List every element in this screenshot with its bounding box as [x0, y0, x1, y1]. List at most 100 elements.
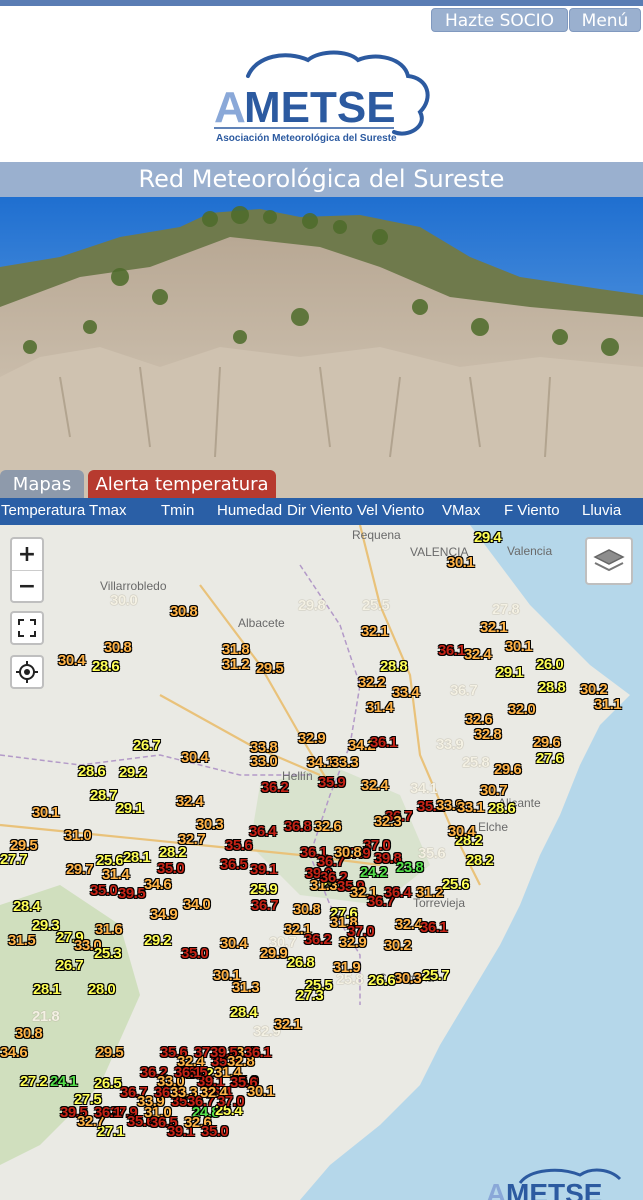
locate-button[interactable]	[10, 655, 44, 689]
station-reading[interactable]: 29.6	[533, 735, 561, 751]
station-reading[interactable]: 32.2	[358, 675, 386, 691]
station-reading[interactable]: 36.8	[284, 819, 312, 835]
station-reading[interactable]: 30.8	[15, 1026, 43, 1042]
station-reading[interactable]: 31.3	[232, 980, 260, 996]
station-reading[interactable]: 29.5	[96, 1045, 124, 1061]
nav-vel-viento[interactable]: Vel Viento	[357, 502, 424, 519]
station-reading[interactable]: 39.5	[118, 886, 146, 902]
station-reading[interactable]: 33.4	[392, 685, 420, 701]
station-reading[interactable]: 28.1	[33, 982, 61, 998]
station-reading[interactable]: 30.8	[104, 640, 132, 656]
station-reading[interactable]: 36.2	[304, 932, 332, 948]
station-reading[interactable]: 24.1	[50, 1074, 78, 1090]
station-reading[interactable]: 28.6	[488, 801, 516, 817]
station-reading[interactable]: 36.7	[251, 898, 279, 914]
station-reading[interactable]: 36.1	[174, 1065, 202, 1081]
station-map[interactable]: Requena VALENCIA Valencia Villarrobledo …	[0, 525, 643, 1200]
station-reading[interactable]: 25.3	[94, 946, 122, 962]
station-reading[interactable]: 31.4	[102, 867, 130, 883]
station-reading[interactable]: 25.6	[442, 877, 470, 893]
station-reading[interactable]: 28.2	[466, 853, 494, 869]
station-reading[interactable]: 33.9	[436, 737, 464, 753]
station-reading[interactable]: 28.8	[380, 659, 408, 675]
station-reading[interactable]: 39.1	[250, 862, 278, 878]
station-reading[interactable]: 34.6	[144, 877, 172, 893]
station-reading[interactable]: 32.1	[361, 624, 389, 640]
station-reading[interactable]: 32.8	[474, 727, 502, 743]
station-reading[interactable]: 32.6	[314, 819, 342, 835]
tab-mapas[interactable]: Mapas	[0, 470, 84, 498]
station-reading[interactable]: 35.0	[201, 1124, 229, 1140]
station-reading[interactable]: 35.0	[90, 883, 118, 899]
station-reading[interactable]: 26.7	[133, 738, 161, 754]
station-reading[interactable]: 31.2	[416, 885, 444, 901]
station-reading[interactable]: 34.1	[410, 781, 438, 797]
station-reading[interactable]: 32.3	[374, 814, 402, 830]
station-reading[interactable]: 31.5	[8, 933, 36, 949]
nav-humedad[interactable]: Humedad	[217, 502, 282, 519]
station-reading[interactable]: 26.7	[56, 958, 84, 974]
nav-tmax[interactable]: Tmax	[89, 502, 127, 519]
station-reading[interactable]: 25.7	[422, 968, 450, 984]
station-reading[interactable]: 25.5	[362, 598, 390, 614]
station-reading[interactable]: 36.1	[370, 735, 398, 751]
station-reading[interactable]: 32.4	[395, 917, 423, 933]
nav-lluvia[interactable]: Lluvia	[582, 502, 621, 519]
station-reading[interactable]: 36.4	[384, 885, 412, 901]
station-reading[interactable]: 27.3	[296, 988, 324, 1004]
station-reading[interactable]: 32.1	[480, 620, 508, 636]
station-reading[interactable]: 34.0	[183, 897, 211, 913]
station-reading[interactable]: 30.1	[32, 805, 60, 821]
nav-f-viento[interactable]: F Viento	[504, 502, 560, 519]
station-reading[interactable]: 30.4	[220, 936, 248, 952]
nav-temperatura[interactable]: Temperatura	[1, 502, 85, 519]
station-reading[interactable]: 32.4	[464, 647, 492, 663]
station-reading[interactable]: 30.4	[181, 750, 209, 766]
station-reading[interactable]: 28.6	[92, 659, 120, 675]
station-reading[interactable]: 28.1	[123, 850, 151, 866]
station-reading[interactable]: 28.4	[230, 1005, 258, 1021]
station-reading[interactable]: 30.8	[170, 604, 198, 620]
station-reading[interactable]: 26.8	[287, 955, 315, 971]
station-reading[interactable]: 36.5	[220, 857, 248, 873]
station-reading[interactable]: 37.0	[347, 924, 375, 940]
station-reading[interactable]: 36.2	[261, 780, 289, 796]
station-reading[interactable]: 29.8	[298, 598, 326, 614]
station-reading[interactable]: 32.7	[178, 832, 206, 848]
station-reading[interactable]: 27.2	[20, 1074, 48, 1090]
station-reading[interactable]: 35.6	[225, 838, 253, 854]
station-reading[interactable]: 33.1	[457, 800, 485, 816]
station-reading[interactable]: 35.0	[157, 861, 185, 877]
station-reading[interactable]: 28.8	[538, 680, 566, 696]
station-reading[interactable]: 29.1	[496, 665, 524, 681]
nav-dir-viento[interactable]: Dir Viento	[287, 502, 353, 519]
station-reading[interactable]: 36.1	[420, 920, 448, 936]
station-reading[interactable]: 29.4	[474, 530, 502, 546]
station-reading[interactable]: 33.0	[250, 754, 278, 770]
station-reading[interactable]: 30.8	[293, 902, 321, 918]
station-reading[interactable]: 28.0	[88, 982, 116, 998]
station-reading[interactable]: 30.2	[384, 938, 412, 954]
station-reading[interactable]: 30.3	[394, 971, 422, 987]
layers-button[interactable]	[585, 537, 633, 585]
station-reading[interactable]: 31.1	[594, 697, 622, 713]
station-reading[interactable]: 23.8	[396, 860, 424, 876]
station-reading[interactable]: 32.4	[361, 778, 389, 794]
station-reading[interactable]: 29.5	[10, 838, 38, 854]
fullscreen-button[interactable]	[10, 611, 44, 645]
station-reading[interactable]: 28.6	[78, 764, 106, 780]
station-reading[interactable]: 30.8	[334, 845, 362, 861]
station-reading[interactable]: 36.1	[438, 643, 466, 659]
station-reading[interactable]: 29.2	[119, 765, 147, 781]
station-reading[interactable]: 32.4	[176, 794, 204, 810]
station-reading[interactable]: 36.1	[244, 1045, 272, 1061]
station-reading[interactable]: 25.9	[250, 882, 278, 898]
station-reading[interactable]: 27.7	[0, 852, 28, 868]
station-reading[interactable]: 28.4	[13, 899, 41, 915]
station-reading[interactable]: 26.6	[368, 973, 396, 989]
station-reading[interactable]: 29.9	[260, 946, 288, 962]
station-reading[interactable]: 21.8	[32, 1009, 60, 1025]
station-reading[interactable]: 35.0	[181, 946, 209, 962]
zoom-out-button[interactable]: −	[12, 570, 42, 601]
station-reading[interactable]: 33.3	[331, 755, 359, 771]
